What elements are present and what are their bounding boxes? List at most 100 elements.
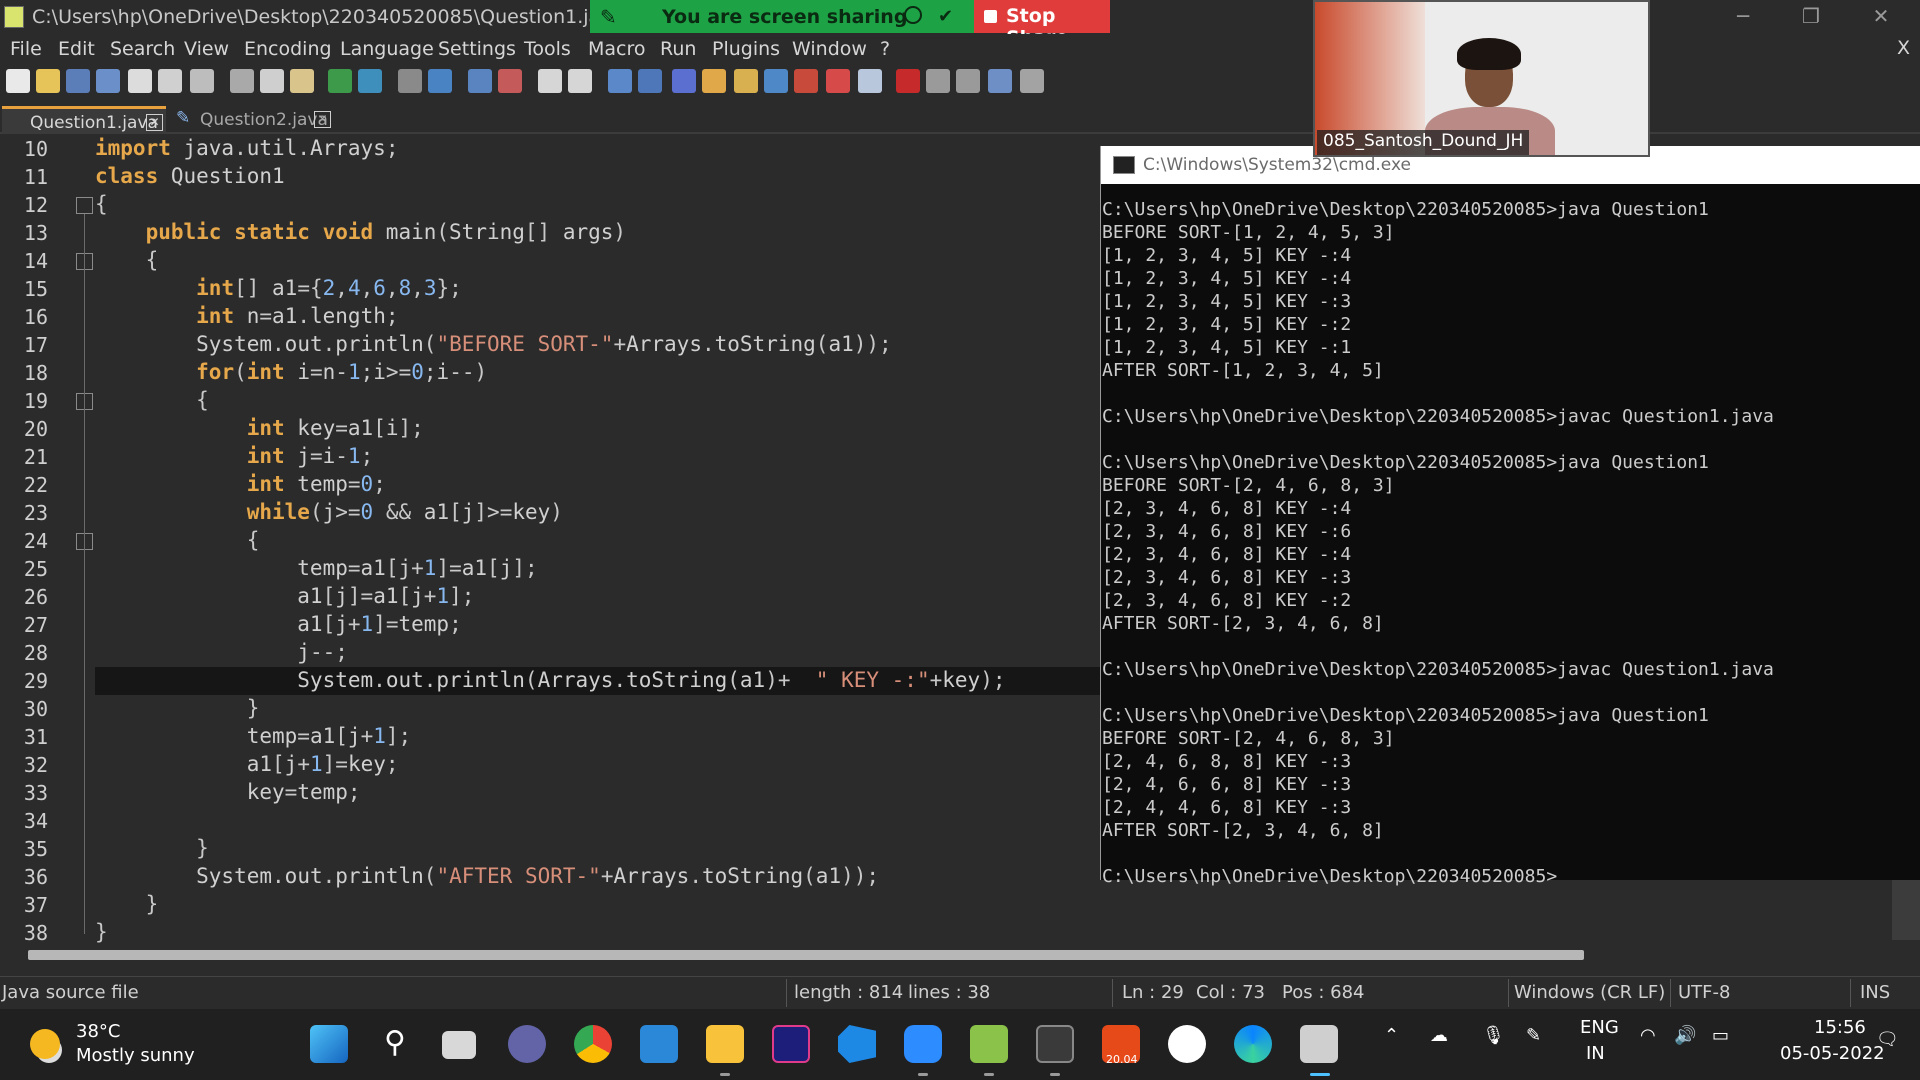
wifi-icon[interactable]: ◠ <box>1640 1025 1656 1046</box>
udl-icon[interactable] <box>702 69 726 93</box>
stop-share-button[interactable]: Stop Share <box>974 0 1110 49</box>
stop-macro-icon[interactable] <box>926 69 950 93</box>
code-editor[interactable]: 10 11 12 13 14 15 16 17 18 19 20 21 22 2… <box>0 134 1100 945</box>
close-tab-icon[interactable]: ✕ <box>314 111 331 128</box>
zoom-in-icon[interactable] <box>468 69 492 93</box>
status-eol[interactable]: Windows (CR LF) <box>1514 982 1665 1003</box>
clock-date[interactable]: 05-05-2022 <box>1780 1043 1885 1064</box>
folder-workspace-icon[interactable] <box>794 69 818 93</box>
menu-view[interactable]: View <box>184 38 229 60</box>
run-macro-multiple-icon[interactable] <box>988 69 1012 93</box>
save-macro-icon[interactable] <box>1020 69 1044 93</box>
close-window-button[interactable]: ✕ <box>1866 4 1896 30</box>
menu-edit[interactable]: Edit <box>58 38 95 60</box>
participant-video[interactable]: 085_Santosh_Dound_JH <box>1313 0 1650 157</box>
status-line-number: Ln : 29 <box>1122 982 1184 1003</box>
pencil-icon[interactable]: ✎ <box>600 5 617 29</box>
menu-plugins[interactable]: Plugins <box>712 38 780 60</box>
new-file-icon[interactable] <box>6 69 30 93</box>
intellij-icon[interactable] <box>772 1025 810 1063</box>
indent-guide-icon[interactable] <box>672 69 696 93</box>
minimize-button[interactable]: ─ <box>1728 4 1758 30</box>
open-file-icon[interactable] <box>36 69 60 93</box>
close-document-x[interactable]: X <box>1897 37 1910 59</box>
close-tab-icon[interactable]: ✕ <box>146 114 163 131</box>
record-macro-icon[interactable] <box>896 69 920 93</box>
menu-help[interactable]: ? <box>880 38 890 60</box>
sync-vertical-icon[interactable] <box>538 69 562 93</box>
onedrive-error-icon[interactable]: ☁ <box>1430 1025 1448 1046</box>
menu-encoding[interactable]: Encoding <box>244 38 332 60</box>
search-icon[interactable]: ⚲ <box>376 1025 414 1063</box>
cmd-output-line: C:\Users\hp\OneDrive\Desktop\22034052008… <box>1102 199 1709 220</box>
eye-icon[interactable] <box>858 69 882 93</box>
cmd-output-line: [1, 2, 3, 4, 5] KEY -:4 <box>1102 245 1352 266</box>
language-top[interactable]: ENG <box>1580 1017 1619 1038</box>
status-insert-mode[interactable]: INS <box>1860 982 1890 1003</box>
function-list-icon[interactable] <box>764 69 788 93</box>
play-macro-icon[interactable] <box>956 69 980 93</box>
mail-icon[interactable] <box>640 1025 678 1063</box>
menu-macro[interactable]: Macro <box>588 38 646 60</box>
menu-search[interactable]: Search <box>110 38 175 60</box>
line-number: 29 <box>23 669 48 693</box>
copy-icon[interactable] <box>260 69 284 93</box>
maximize-button[interactable]: ❐ <box>1796 4 1826 30</box>
clock-time[interactable]: 15:56 <box>1814 1017 1866 1038</box>
sync-horizontal-icon[interactable] <box>568 69 592 93</box>
word-wrap-icon[interactable] <box>608 69 632 93</box>
cut-icon[interactable] <box>230 69 254 93</box>
close-all-icon[interactable] <box>158 69 182 93</box>
notification-icon[interactable]: 🗨 <box>1876 1029 1899 1050</box>
undo-icon[interactable] <box>328 69 352 93</box>
chevron-up-icon[interactable]: ⌃ <box>1384 1025 1399 1046</box>
redo-icon[interactable] <box>358 69 382 93</box>
microphone-icon[interactable]: 🎙 <box>1482 1025 1505 1046</box>
menu-settings[interactable]: Settings <box>438 38 516 60</box>
chrome-icon[interactable] <box>574 1025 612 1063</box>
menu-tools[interactable]: Tools <box>524 38 571 60</box>
cmd-output-line: [1, 2, 3, 4, 5] KEY -:2 <box>1102 314 1352 335</box>
battery-icon[interactable]: ▭ <box>1712 1025 1729 1046</box>
vscode-icon[interactable] <box>838 1025 876 1063</box>
zoom-icon[interactable] <box>904 1025 942 1063</box>
status-encoding[interactable]: UTF-8 <box>1678 982 1730 1003</box>
edge-icon[interactable] <box>1234 1025 1272 1063</box>
notepadpp-taskbar-icon[interactable] <box>970 1025 1008 1063</box>
tab-question2[interactable]: ✎ Question2.java ✕ <box>172 106 336 134</box>
save-icon[interactable] <box>66 69 90 93</box>
fold-marker[interactable] <box>76 197 93 214</box>
shield-check-icon[interactable]: ✔ <box>938 6 953 27</box>
start-button-windows-icon[interactable] <box>310 1025 348 1063</box>
file-explorer-icon[interactable] <box>706 1025 744 1063</box>
show-all-chars-icon[interactable] <box>638 69 662 93</box>
cmd-output-line: BEFORE SORT-[2, 4, 6, 8, 3] <box>1102 728 1395 749</box>
volume-icon[interactable]: 🔊 <box>1674 1025 1696 1046</box>
menu-file[interactable]: File <box>10 38 42 60</box>
replace-icon[interactable] <box>428 69 452 93</box>
zoom-out-icon[interactable] <box>498 69 522 93</box>
find-icon[interactable] <box>398 69 422 93</box>
tab-question1[interactable]: Question1.java ✕ <box>2 106 166 134</box>
cmd-window[interactable]: C:\Windows\System32\cmd.exe C:\Users\hp\… <box>1100 146 1920 887</box>
task-view-icon[interactable] <box>442 1031 476 1059</box>
teams-chat-icon[interactable] <box>508 1025 546 1063</box>
menu-language[interactable]: Language <box>340 38 434 60</box>
menu-window[interactable]: Window <box>792 38 867 60</box>
pause-share-icon[interactable] <box>904 6 922 24</box>
close-file-icon[interactable] <box>128 69 152 93</box>
save-all-icon[interactable] <box>96 69 120 93</box>
print-icon[interactable] <box>190 69 214 93</box>
terminal-icon[interactable] <box>1036 1025 1074 1063</box>
monitoring-icon[interactable] <box>826 69 850 93</box>
snipping-tool-icon[interactable] <box>1300 1025 1338 1063</box>
language-bottom[interactable]: IN <box>1586 1043 1605 1064</box>
w-app-icon[interactable] <box>1168 1025 1206 1063</box>
doc-map-icon[interactable] <box>734 69 758 93</box>
cmd-scrollbar[interactable] <box>1892 880 1920 940</box>
menu-run[interactable]: Run <box>660 38 696 60</box>
horizontal-scrollbar-thumb[interactable] <box>28 950 1584 960</box>
cmd-output-line: [2, 3, 4, 6, 8] KEY -:4 <box>1102 544 1352 565</box>
paste-icon[interactable] <box>290 69 314 93</box>
pen-icon[interactable]: ✎ <box>1526 1025 1541 1046</box>
